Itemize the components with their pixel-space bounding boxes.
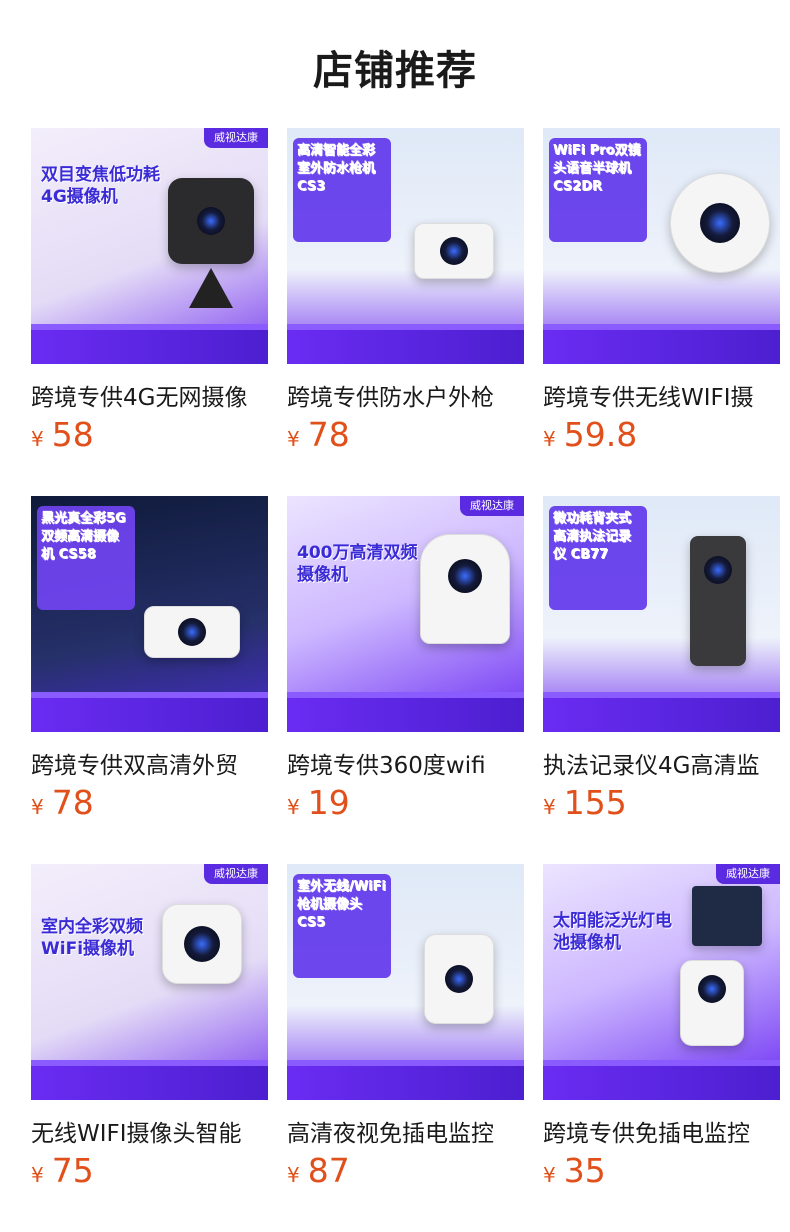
price-amount: 19 xyxy=(307,783,350,822)
solar-panel-icon xyxy=(692,886,762,946)
image-banner xyxy=(543,698,780,732)
currency-symbol: ¥ xyxy=(31,795,44,819)
product-image[interactable]: 威视达康 双目变焦低功耗4G摄像机 xyxy=(31,128,268,364)
image-banner xyxy=(543,1066,780,1100)
camera-icon xyxy=(680,960,744,1046)
camera-icon xyxy=(168,178,254,264)
product-price: ¥ 58 xyxy=(31,415,94,454)
currency-symbol: ¥ xyxy=(543,1163,556,1187)
product-image[interactable]: 室外无线/WiFi枪机摄像头 CS5 xyxy=(287,864,524,1100)
product-price: ¥ 75 xyxy=(31,1151,94,1190)
currency-symbol: ¥ xyxy=(31,427,44,451)
currency-symbol: ¥ xyxy=(287,795,300,819)
price-amount: 35 xyxy=(563,1151,606,1190)
camera-icon xyxy=(162,904,242,984)
product-image[interactable]: 黑光真全彩5G双频高清摄像机 CS58 xyxy=(31,496,268,732)
product-name[interactable]: 跨境专供360度wifi xyxy=(287,746,524,780)
camera-icon xyxy=(144,606,240,658)
product-price: ¥ 155 xyxy=(543,783,627,822)
image-banner xyxy=(543,330,780,364)
product-name[interactable]: 跨境专供防水户外枪 xyxy=(287,378,524,412)
camera-icon xyxy=(424,934,494,1024)
product-name[interactable]: 跨境专供4G无网摄像 xyxy=(31,378,268,412)
price-amount: 78 xyxy=(307,415,350,454)
image-headline: 黑光真全彩5G双频高清摄像机 CS58 xyxy=(41,511,126,562)
price-amount: 59.8 xyxy=(563,415,638,454)
product-card[interactable]: 威视达康 双目变焦低功耗4G摄像机 跨境专供4G无网摄像 ¥ 58 xyxy=(31,128,268,454)
product-image[interactable]: WiFi Pro双镜头语音半球机 CS2DR xyxy=(543,128,780,364)
camera-icon xyxy=(690,536,746,666)
product-name[interactable]: 跨境专供双高清外贸 xyxy=(31,746,268,780)
image-banner xyxy=(287,330,524,364)
currency-symbol: ¥ xyxy=(543,427,556,451)
price-amount: 58 xyxy=(51,415,94,454)
image-headline: 太阳能泛光灯电池摄像机 xyxy=(553,911,672,953)
image-headline: 微功耗背夹式高清执法记录仪 CB77 xyxy=(553,511,632,562)
page-title: 店铺推荐 xyxy=(313,48,477,94)
brand-tag: 威视达康 xyxy=(204,864,268,884)
product-card[interactable]: 高清智能全彩室外防水枪机 CS3 跨境专供防水户外枪 ¥ 78 xyxy=(287,128,524,454)
product-price: ¥ 19 xyxy=(287,783,350,822)
price-amount: 78 xyxy=(51,783,94,822)
product-image[interactable]: 高清智能全彩室外防水枪机 CS3 xyxy=(287,128,524,364)
product-card[interactable]: 微功耗背夹式高清执法记录仪 CB77 执法记录仪4G高清监 ¥ 155 xyxy=(543,496,780,822)
image-headline: 室外无线/WiFi枪机摄像头 CS5 xyxy=(297,879,386,930)
store-recommendations-page: 店铺推荐 威视达康 双目变焦低功耗4G摄像机 跨境专供4G无网摄像 ¥ 58 高… xyxy=(0,0,790,1232)
brand-tag: 威视达康 xyxy=(716,864,780,884)
image-banner xyxy=(287,698,524,732)
image-headline: 双目变焦低功耗4G摄像机 xyxy=(41,165,160,207)
product-image[interactable]: 威视达康 室内全彩双频WiFi摄像机 xyxy=(31,864,268,1100)
image-banner xyxy=(31,330,268,364)
product-card[interactable]: 黑光真全彩5G双频高清摄像机 CS58 跨境专供双高清外贸 ¥ 78 xyxy=(31,496,268,822)
brand-tag: 威视达康 xyxy=(460,496,524,516)
product-name[interactable]: 跨境专供免插电监控 xyxy=(543,1114,780,1148)
product-grid: 威视达康 双目变焦低功耗4G摄像机 跨境专供4G无网摄像 ¥ 58 高清智能全彩… xyxy=(31,128,780,1190)
product-card[interactable]: 威视达康 太阳能泛光灯电池摄像机 跨境专供免插电监控 ¥ 35 xyxy=(543,864,780,1190)
image-banner xyxy=(31,698,268,732)
price-amount: 155 xyxy=(563,783,627,822)
image-headline: 400万高清双频摄像机 xyxy=(297,543,418,585)
product-card[interactable]: 威视达康 室内全彩双频WiFi摄像机 无线WIFI摄像头智能 ¥ 75 xyxy=(31,864,268,1190)
currency-symbol: ¥ xyxy=(31,1163,44,1187)
camera-stand xyxy=(189,268,233,308)
price-amount: 75 xyxy=(51,1151,94,1190)
price-amount: 87 xyxy=(307,1151,350,1190)
product-name[interactable]: 无线WIFI摄像头智能 xyxy=(31,1114,268,1148)
image-headline: WiFi Pro双镜头语音半球机 CS2DR xyxy=(553,143,641,194)
product-card[interactable]: 室外无线/WiFi枪机摄像头 CS5 高清夜视免插电监控 ¥ 87 xyxy=(287,864,524,1190)
currency-symbol: ¥ xyxy=(287,427,300,451)
product-card[interactable]: WiFi Pro双镜头语音半球机 CS2DR 跨境专供无线WIFI摄 ¥ 59.… xyxy=(543,128,780,454)
product-price: ¥ 78 xyxy=(287,415,350,454)
product-image[interactable]: 微功耗背夹式高清执法记录仪 CB77 xyxy=(543,496,780,732)
product-image[interactable]: 威视达康 400万高清双频摄像机 xyxy=(287,496,524,732)
brand-tag: 威视达康 xyxy=(204,128,268,148)
product-price: ¥ 78 xyxy=(31,783,94,822)
image-banner xyxy=(287,1066,524,1100)
product-image[interactable]: 威视达康 太阳能泛光灯电池摄像机 xyxy=(543,864,780,1100)
image-headline: 室内全彩双频WiFi摄像机 xyxy=(41,917,143,959)
product-price: ¥ 87 xyxy=(287,1151,350,1190)
product-name[interactable]: 高清夜视免插电监控 xyxy=(287,1114,524,1148)
image-banner xyxy=(31,1066,268,1100)
product-name[interactable]: 执法记录仪4G高清监 xyxy=(543,746,780,780)
product-card[interactable]: 威视达康 400万高清双频摄像机 跨境专供360度wifi ¥ 19 xyxy=(287,496,524,822)
currency-symbol: ¥ xyxy=(543,795,556,819)
product-price: ¥ 35 xyxy=(543,1151,606,1190)
currency-symbol: ¥ xyxy=(287,1163,300,1187)
camera-icon xyxy=(420,534,510,644)
product-name[interactable]: 跨境专供无线WIFI摄 xyxy=(543,378,780,412)
product-price: ¥ 59.8 xyxy=(543,415,637,454)
camera-icon xyxy=(670,173,770,273)
camera-icon xyxy=(414,223,494,279)
image-headline: 高清智能全彩室外防水枪机 CS3 xyxy=(297,143,376,194)
